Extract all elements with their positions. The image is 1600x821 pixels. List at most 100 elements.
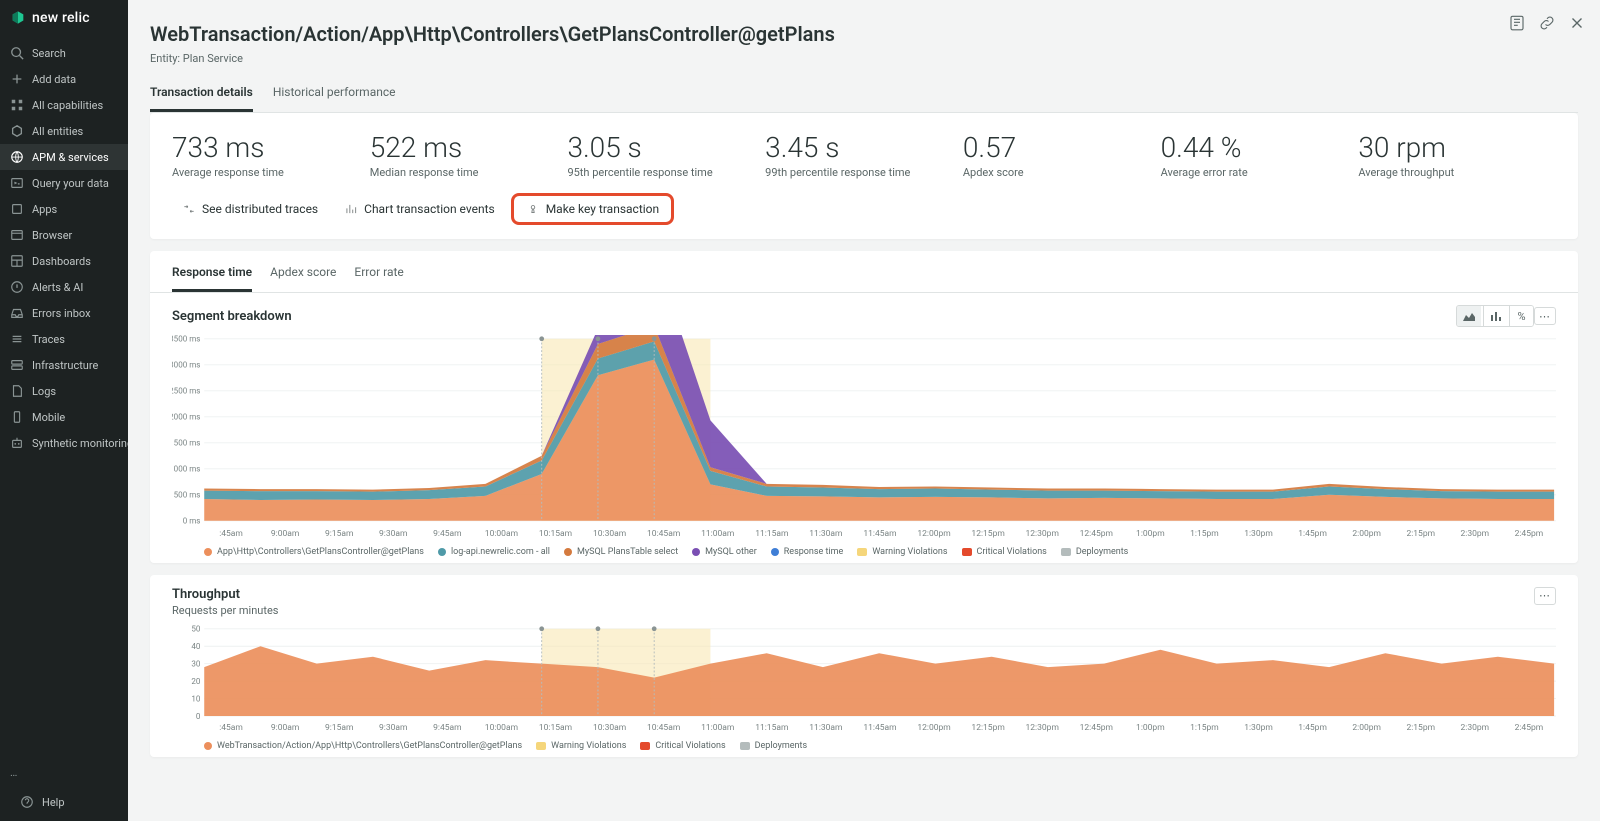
metric-label: Apdex score [963, 166, 1161, 179]
area-view-button[interactable] [1457, 306, 1481, 326]
x-tick: 9:30am [366, 529, 420, 539]
x-tick: 1:30pm [1231, 529, 1285, 539]
tab-historical-performance[interactable]: Historical performance [273, 79, 396, 112]
chart-more-button[interactable]: ⋯ [1534, 587, 1556, 605]
svg-text:0 ms: 0 ms [183, 517, 201, 525]
sidebar-footer: Help [0, 783, 128, 821]
help-icon [20, 795, 34, 809]
sidebar-item-label: Apps [32, 203, 57, 216]
throughput-card: Throughput Requests per minutes ⋯ 010203… [150, 575, 1578, 758]
sidebar-item-errors-inbox[interactable]: Errors inbox [0, 300, 128, 326]
throughput-title: Throughput [172, 587, 278, 602]
inbox-icon [10, 306, 24, 320]
sidebar-item-logs[interactable]: Logs [0, 378, 128, 404]
make-key-transaction-button[interactable]: Make key transaction [511, 193, 674, 225]
sidebar-item-search[interactable]: Search [0, 40, 128, 66]
throughput-x-axis: :45am9:00am9:15am9:30am9:45am10:00am10:1… [172, 723, 1556, 733]
legend-item: Warning Violations [857, 547, 947, 557]
svg-text:30: 30 [191, 659, 201, 668]
x-tick: 9:00am [258, 723, 312, 733]
sidebar-item-dashboards[interactable]: Dashboards [0, 248, 128, 274]
chart-transaction-events-button[interactable]: Chart transaction events [334, 196, 505, 222]
nav: Search Add data All capabilities All entiti… [0, 40, 128, 762]
segment-chart-section: Segment breakdown % ⋯ 0 ms500 ms1000 ms1… [150, 293, 1578, 563]
x-tick: :45am [204, 723, 258, 733]
sidebar-item-synthetic-monitoring[interactable]: Synthetic monitoring [0, 430, 128, 456]
legend-item: Deployments [740, 741, 807, 751]
sidebar-item-add-data[interactable]: Add data [0, 66, 128, 92]
inner-tabs: Response time Apdex score Error rate [150, 251, 1578, 293]
x-tick: 9:30am [366, 723, 420, 733]
chart-view-toggle: % [1456, 305, 1534, 327]
chart-more-button[interactable]: ⋯ [1534, 307, 1556, 325]
svg-text:2500 ms: 2500 ms [172, 387, 200, 396]
metric: 733 msAverage response time [172, 131, 370, 179]
sidebar-item-alerts-ai[interactable]: Alerts & AI [0, 274, 128, 300]
legend-item: App\Http\Controllers\GetPlansController@… [204, 547, 424, 557]
sidebar-item-label: Browser [32, 229, 72, 242]
throughput-legend: WebTransaction/Action/App\Http\Controlle… [172, 741, 1556, 751]
sidebar-item-mobile[interactable]: Mobile [0, 404, 128, 430]
percent-view-button[interactable]: % [1509, 306, 1533, 326]
tab-transaction-details[interactable]: Transaction details [150, 79, 253, 112]
x-tick: 12:45pm [1069, 723, 1123, 733]
sidebar-item-label: Query your data [32, 177, 109, 190]
nav-more[interactable]: … [0, 762, 128, 783]
metrics-card: 733 msAverage response time522 msMedian … [150, 113, 1578, 239]
sidebar-item-all-entities[interactable]: All entities [0, 118, 128, 144]
sidebar-item-infrastructure[interactable]: Infrastructure [0, 352, 128, 378]
metric: 3.45 s99th percentile response time [765, 131, 963, 179]
x-tick: 2:15pm [1394, 529, 1448, 539]
x-tick: 12:45pm [1069, 529, 1123, 539]
sidebar-item-apps[interactable]: Apps [0, 196, 128, 222]
metric-value: 522 ms [370, 131, 568, 164]
legend-item: WebTransaction/Action/App\Http\Controlle… [204, 741, 522, 751]
sidebar-item-help[interactable]: Help [10, 789, 118, 815]
x-tick: 1:45pm [1286, 529, 1340, 539]
metric: 0.57 Apdex score [963, 131, 1161, 179]
sidebar-item-query-your-data[interactable]: Query your data [0, 170, 128, 196]
metric-value: 30 rpm [1358, 131, 1556, 164]
x-tick: 2:30pm [1448, 723, 1502, 733]
sidebar-item-label: Errors inbox [32, 307, 91, 320]
link-icon[interactable] [1538, 14, 1556, 32]
notebook-icon[interactable] [1508, 14, 1526, 32]
metric-value: 0.57 [963, 131, 1161, 164]
x-tick: 2:00pm [1340, 529, 1394, 539]
window-icon [10, 228, 24, 242]
svg-text:50: 50 [191, 625, 201, 634]
svg-text:2000 ms: 2000 ms [172, 413, 200, 422]
sidebar-item-browser[interactable]: Browser [0, 222, 128, 248]
legend-item: MySQL other [692, 547, 757, 557]
svg-text:20: 20 [191, 677, 201, 686]
legend-item: MySQL PlansTable select [564, 547, 678, 557]
x-tick: 11:00am [691, 723, 745, 733]
bar-chart-icon [344, 202, 358, 216]
svg-text:10: 10 [191, 694, 201, 703]
x-tick: 10:30am [583, 529, 637, 539]
inner-tab-apdex-score[interactable]: Apdex score [270, 261, 336, 292]
see-distributed-traces-button[interactable]: See distributed traces [172, 196, 328, 222]
legend-item: Critical Violations [640, 741, 725, 751]
sidebar-item-all-capabilities[interactable]: All capabilities [0, 92, 128, 118]
inner-tab-error-rate[interactable]: Error rate [354, 261, 403, 292]
metric-value: 0.44 % [1161, 131, 1359, 164]
inner-tab-response-time[interactable]: Response time [172, 261, 252, 292]
close-icon[interactable] [1568, 14, 1586, 32]
x-tick: 12:30pm [1015, 529, 1069, 539]
entity-name: Plan Service [183, 52, 243, 65]
sidebar-item-label: All capabilities [32, 99, 103, 112]
top-icons [1508, 14, 1586, 32]
layout-icon [10, 254, 24, 268]
throughput-chart: 01020304050 [172, 625, 1556, 720]
grid-icon [10, 98, 24, 112]
bar-view-button[interactable] [1483, 306, 1507, 326]
x-tick: 1:15pm [1177, 529, 1231, 539]
sidebar-item-traces[interactable]: Traces [0, 326, 128, 352]
svg-text:3000 ms: 3000 ms [172, 361, 200, 370]
sidebar-item-label: Add data [32, 73, 76, 86]
segment-legend: App\Http\Controllers\GetPlansController@… [172, 547, 1556, 557]
sidebar-item-apm-services[interactable]: APM & services [0, 144, 128, 170]
action-label: Chart transaction events [364, 202, 495, 216]
sidebar-item-label: Synthetic monitoring [32, 437, 128, 450]
